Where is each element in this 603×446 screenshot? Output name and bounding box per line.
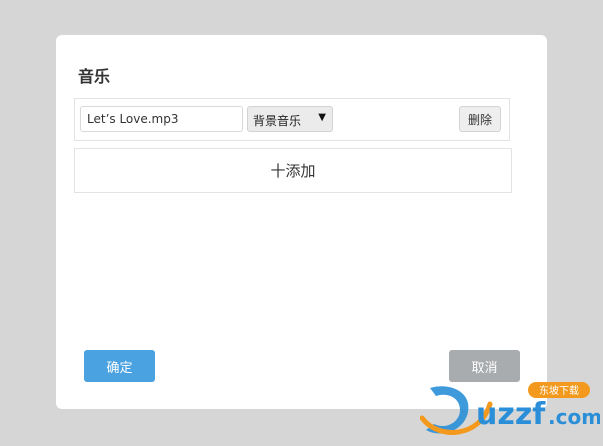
add-music-label: 十添加 <box>270 162 316 180</box>
svg-text:.com: .com <box>548 405 600 429</box>
svg-text:东坡下载: 东坡下载 <box>539 384 579 397</box>
music-type-value: 背景音乐 <box>253 114 302 128</box>
music-dialog: 音乐 背景音乐 ▼ 删除 十添加 确定 取消 <box>56 35 547 409</box>
uzzf-watermark-logo: 东坡下载 uzzf .com <box>419 378 602 442</box>
caret-down-icon: ▼ <box>318 112 326 123</box>
add-music-button[interactable]: 十添加 <box>74 148 512 193</box>
delete-button[interactable]: 删除 <box>459 106 501 132</box>
dialog-title: 音乐 <box>78 67 111 86</box>
music-type-select[interactable]: 背景音乐 ▼ <box>247 106 333 132</box>
confirm-button[interactable]: 确定 <box>84 350 155 382</box>
svg-text:uzzf: uzzf <box>476 397 546 432</box>
music-filename-input[interactable] <box>80 106 243 132</box>
music-item-row: 背景音乐 ▼ 删除 <box>74 98 510 141</box>
